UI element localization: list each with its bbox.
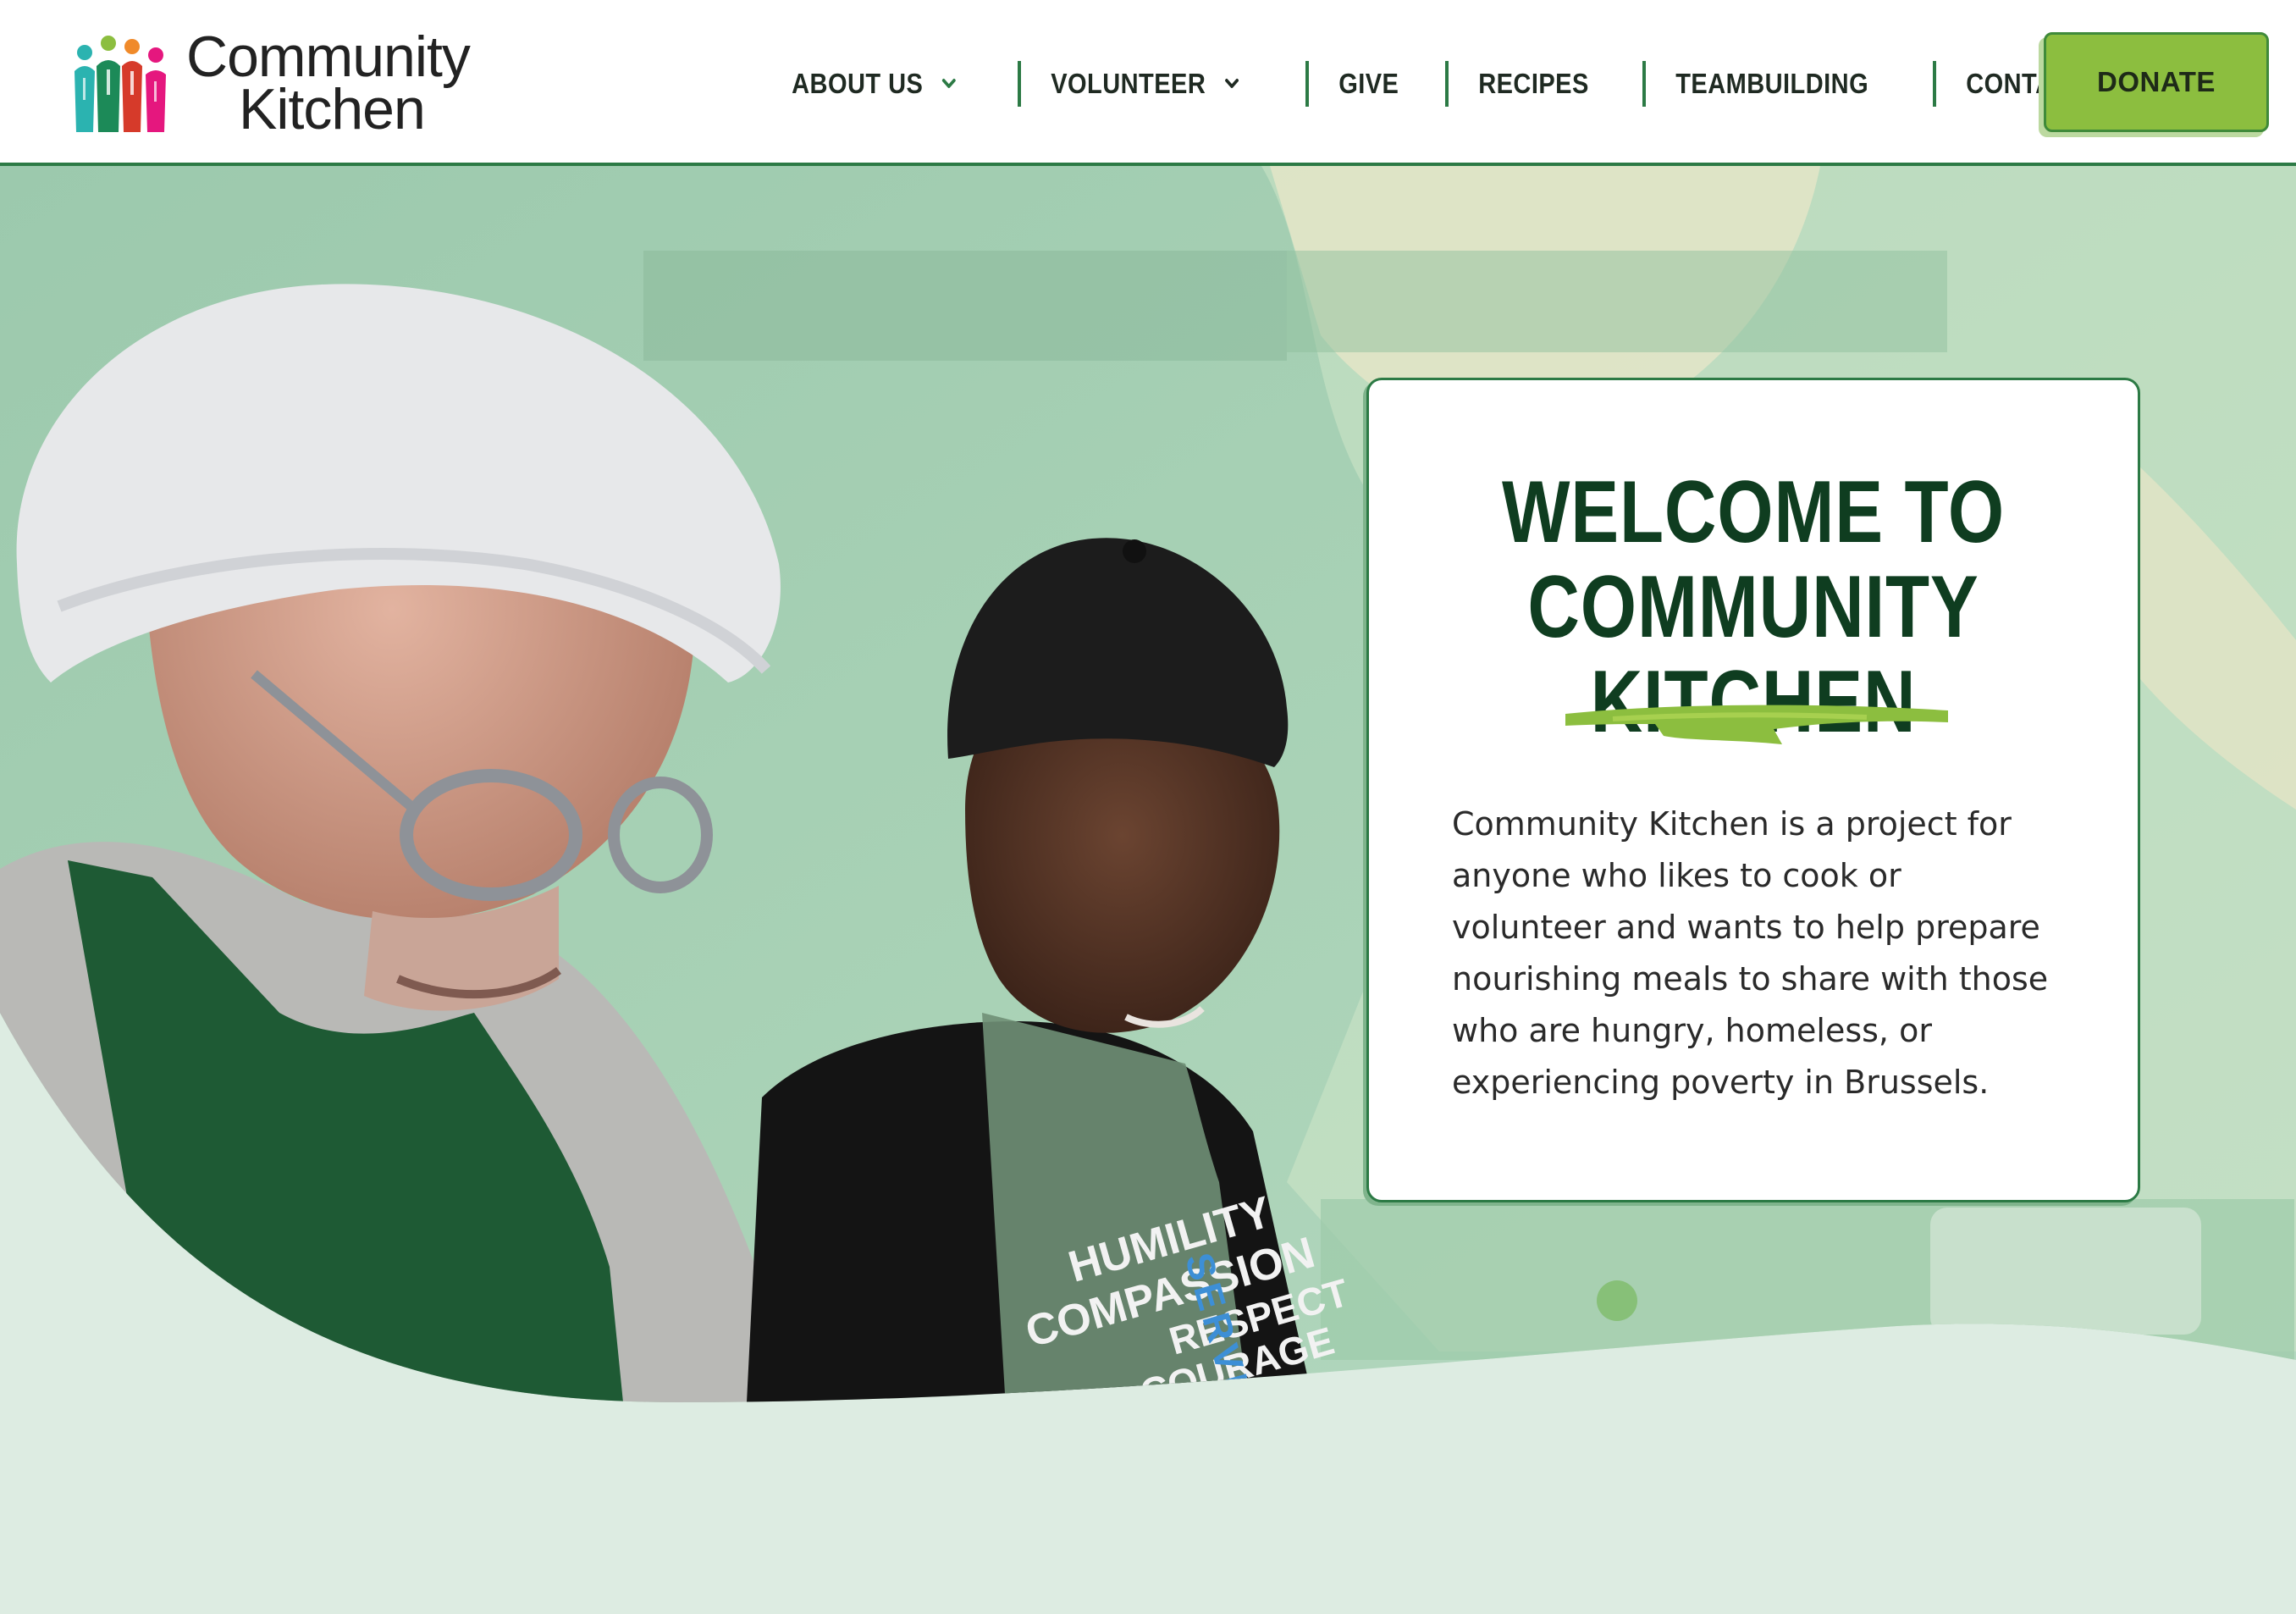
nav-divider <box>1642 61 1646 107</box>
nav-volunteer[interactable]: VOLUNTEER <box>1021 56 1272 112</box>
community-people-logo-icon <box>75 36 166 132</box>
nav-about-us-label: ABOUT US <box>792 68 924 99</box>
nav-recipes-label: RECIPES <box>1478 68 1589 99</box>
site-logo[interactable]: Community Kitchen <box>73 28 496 138</box>
page-title-line-2: COMMUNITY <box>1527 558 1979 656</box>
shirt-word-5: LOVE <box>1145 1380 1260 1452</box>
main-navigation: ABOUT US VOLUNTEER GIVE RECIPES TEAMBUIL… <box>774 56 2141 112</box>
welcome-description: Community Kitchen is a project for anyon… <box>1452 805 2049 1101</box>
hero-section: HUMILITY COMPASSION RESPECT COURAGE LOVE… <box>0 166 2296 1614</box>
logo-line-2: Kitchen <box>239 77 426 141</box>
chevron-down-icon[interactable] <box>940 73 959 95</box>
brush-underline-decoration <box>1565 705 1948 744</box>
nav-volunteer-label: VOLUNTEER <box>1051 68 1206 99</box>
nav-divider <box>1932 61 1936 107</box>
site-header: Community Kitchen ABOUT US VOLUNTEER GIV… <box>0 0 2296 166</box>
nav-give[interactable]: GIVE <box>1309 56 1429 112</box>
page-title-line-1: WELCOME TO <box>1501 463 2006 561</box>
logo-wordmark: Community Kitchen <box>186 25 508 141</box>
donate-button[interactable]: DONATE <box>2044 32 2269 132</box>
welcome-card: WELCOME TO COMMUNITY KITCHEN Community K… <box>1366 378 2140 1202</box>
nav-about-us[interactable]: ABOUT US <box>774 56 989 112</box>
nav-give-label: GIVE <box>1338 68 1399 99</box>
shirt-word-6: HOPE <box>1140 1421 1259 1494</box>
nav-teambuilding-label: TEAMBUILDING <box>1675 68 1868 99</box>
nav-teambuilding[interactable]: TEAMBUILDING <box>1646 56 1898 112</box>
chevron-down-icon[interactable] <box>1223 73 1242 95</box>
logo-line-1: Community <box>186 25 471 89</box>
nav-recipes[interactable]: RECIPES <box>1449 56 1619 112</box>
